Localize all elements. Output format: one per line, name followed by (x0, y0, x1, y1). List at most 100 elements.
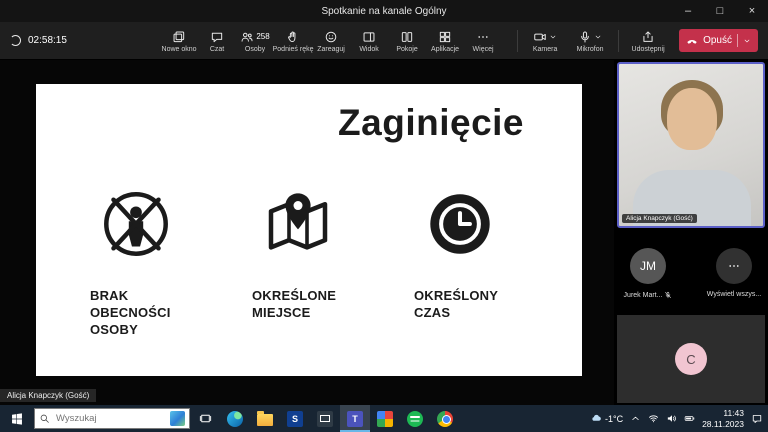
map-pin-icon (262, 188, 334, 260)
leave-button-divider (737, 34, 738, 47)
show-all-label: Wyświetl wszys... (707, 291, 761, 298)
clock-time: 11:43 (702, 408, 744, 418)
participant-jurek[interactable]: JM Jurek Mart... (617, 248, 679, 299)
more-participants-icon (716, 248, 752, 284)
leave-button[interactable]: Opuść (679, 29, 758, 52)
weather-cloud-icon (591, 413, 602, 424)
camera-button[interactable]: Kamera (523, 27, 567, 55)
teams-icon: T (347, 411, 363, 427)
microphone-button[interactable]: Mikrofon (567, 27, 613, 55)
people-count-badge: 258 (256, 32, 269, 41)
teams-meeting-window: Spotkanie na kanale Ogólny – □ × 02:58:1… (0, 0, 768, 432)
presenter-name-label: Alicja Knapczyk (Gość) (0, 389, 96, 402)
breakout-rooms-icon (400, 30, 414, 44)
search-icon (39, 413, 50, 424)
photos-icon (377, 411, 393, 427)
search-input[interactable] (54, 412, 166, 425)
participants-sidebar: Alicja Knapczyk (Gość) JM Jurek Mart... … (614, 60, 768, 405)
participant-tile-c[interactable]: C (617, 315, 765, 403)
people-icon (240, 30, 254, 44)
hidden-icons-chevron[interactable] (630, 413, 641, 424)
camera-menu-chevron-icon (549, 33, 557, 41)
battery-icon[interactable] (684, 413, 695, 424)
mic-menu-chevron-icon (594, 33, 602, 41)
toolbar-center-group: Nowe okno Czat 258 Osoby Podnieś rękę Za… (150, 27, 512, 55)
mail-app-button[interactable] (310, 405, 340, 432)
edge-app-button[interactable] (220, 405, 250, 432)
toolbar-button-rooms[interactable]: Pokoje (389, 27, 426, 55)
toolbar-button-people[interactable]: 258 Osoby (237, 27, 274, 55)
slide-item-missing-person: BRAK OBECNOŚCI OSOBY (90, 188, 208, 339)
toolbar-button-new-window[interactable]: Nowe okno (161, 27, 198, 55)
windows-start-icon (10, 412, 24, 426)
photos-app-button[interactable] (370, 405, 400, 432)
chrome-icon (437, 411, 453, 427)
edge-icon (227, 411, 243, 427)
slide-items-row: BRAK OBECNOŚCI OSOBY OKREŚLONE MIEJSCE (90, 188, 582, 339)
more-ellipsis-icon (476, 30, 490, 44)
store-app-button[interactable]: S (280, 405, 310, 432)
meeting-toolbar: 02:58:15 Nowe okno Czat 258 Osoby Podnie… (0, 22, 768, 60)
new-window-icon (172, 30, 186, 44)
taskbar-clock[interactable]: 11:43 28.11.2023 (702, 408, 744, 428)
task-view-button[interactable] (190, 405, 220, 432)
windows-taskbar: S T -1°C 11:43 28.11.2023 (0, 405, 768, 432)
avatar-c: C (675, 343, 707, 375)
network-icon[interactable] (648, 413, 659, 424)
toolbar-button-chat[interactable]: Czat (199, 27, 236, 55)
clock-icon (424, 188, 496, 260)
leave-button-label: Opuść (703, 35, 732, 46)
notification-center-icon[interactable] (751, 413, 763, 425)
meeting-timer: 02:58:15 (28, 35, 67, 46)
toolbar-button-react[interactable]: Zareaguj (313, 27, 350, 55)
toolbar-button-apps[interactable]: Aplikacje (427, 27, 464, 55)
chrome-app-button[interactable] (430, 405, 460, 432)
start-button[interactable] (0, 405, 34, 432)
toolbar-button-more[interactable]: Więcej (465, 27, 502, 55)
mic-muted-icon (664, 291, 672, 299)
participants-row: JM Jurek Mart... Wyświetl wszys... (614, 248, 768, 299)
taskbar-search[interactable] (34, 408, 190, 429)
system-tray: -1°C 11:43 28.11.2023 (591, 408, 768, 428)
microphone-icon (578, 30, 592, 44)
slide-item-place: OKREŚLONE MIEJSCE (252, 188, 370, 339)
file-explorer-app-button[interactable] (250, 405, 280, 432)
window-title: Spotkanie na kanale Ogólny (96, 6, 672, 17)
maximize-button[interactable]: □ (704, 0, 736, 22)
window-controls: – □ × (672, 0, 768, 22)
share-button[interactable]: Udostępnij (624, 27, 672, 55)
hang-up-phone-icon (686, 35, 698, 47)
meeting-timer-group: 02:58:15 (10, 35, 150, 46)
file-explorer-icon (257, 414, 273, 426)
task-view-icon (199, 412, 212, 425)
search-highlight-icon[interactable] (170, 411, 185, 426)
pinned-apps: S T (220, 405, 460, 432)
toolbar-button-view[interactable]: Widok (351, 27, 388, 55)
spotify-icon (407, 411, 423, 427)
shared-screen-area: Zaginięcie BRAK OBECNOŚCI OSOBY (0, 60, 614, 405)
weather-widget[interactable]: -1°C (591, 413, 623, 424)
toolbar-button-raise-hand[interactable]: Podnieś rękę (275, 27, 312, 55)
react-smiley-icon (324, 30, 338, 44)
volume-icon[interactable] (666, 413, 677, 424)
temperature-label: -1°C (605, 414, 623, 424)
show-all-participants-button[interactable]: Wyświetl wszys... (703, 248, 765, 299)
slide-item-time: OKREŚLONY CZAS (414, 188, 532, 339)
teams-app-button[interactable]: T (340, 405, 370, 432)
minimize-button[interactable]: – (672, 0, 704, 22)
apps-grid-icon (438, 30, 452, 44)
slide-title: Zaginięcie (36, 102, 524, 144)
avatar-initials: JM (630, 248, 666, 284)
timer-ring-icon (10, 35, 21, 46)
leave-menu-chevron-icon[interactable] (743, 37, 751, 45)
participant-face-shape (667, 88, 717, 150)
presentation-slide: Zaginięcie BRAK OBECNOŚCI OSOBY (36, 84, 582, 376)
spotify-app-button[interactable] (400, 405, 430, 432)
meeting-stage: Zaginięcie BRAK OBECNOŚCI OSOBY (0, 60, 768, 405)
no-person-icon (100, 188, 172, 260)
share-screen-icon (641, 30, 655, 44)
close-button[interactable]: × (736, 0, 768, 22)
camera-icon (533, 30, 547, 44)
participant-video[interactable]: Alicja Knapczyk (Gość) (617, 62, 765, 228)
view-layout-icon (362, 30, 376, 44)
